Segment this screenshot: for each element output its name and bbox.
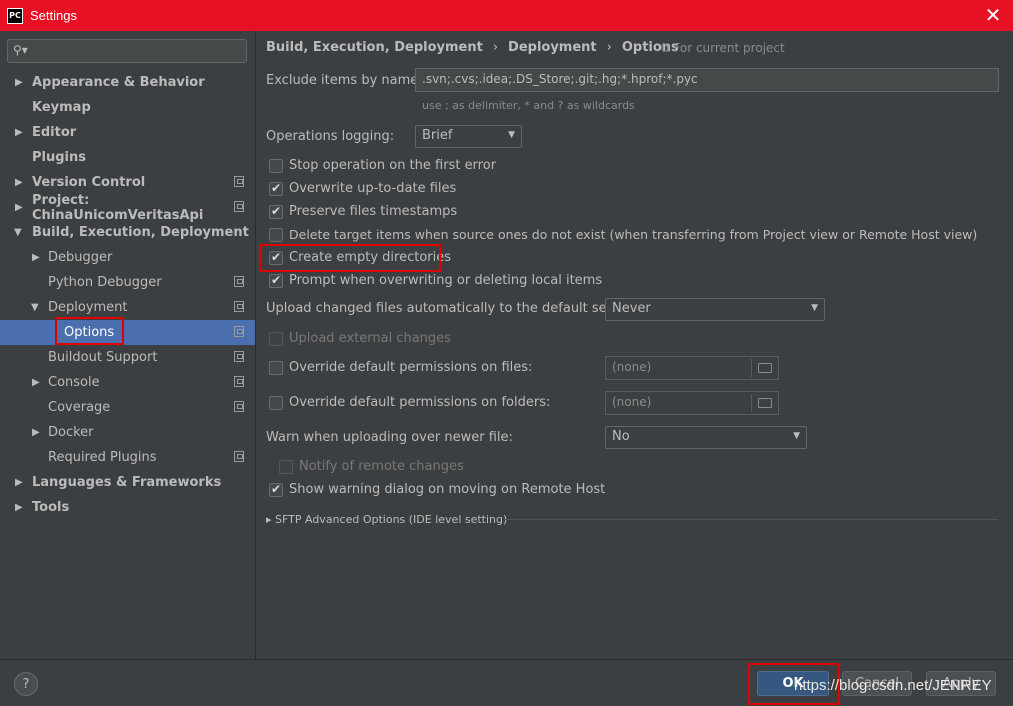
- show-warning-label: Show warning dialog on moving on Remote …: [289, 482, 606, 497]
- project-scope-icon: [234, 451, 244, 462]
- settings-tree: ▶ Appearance & Behavior Keymap ▶ Editor …: [0, 70, 255, 520]
- logging-label: Operations logging:: [266, 129, 395, 144]
- sftp-advanced-toggle[interactable]: ▸ SFTP Advanced Options (IDE level setti…: [266, 513, 507, 526]
- dropdown-arrow-icon: ▼: [508, 130, 515, 140]
- chevron-down-icon[interactable]: ▼: [31, 302, 39, 313]
- upload-external-label: Upload external changes: [289, 331, 451, 346]
- exclude-label: Exclude items by name:: [266, 73, 423, 88]
- upload-select[interactable]: Never ▼: [605, 298, 825, 321]
- search-icon: ⚲▾: [13, 43, 28, 57]
- project-scope-icon: [234, 201, 244, 212]
- preserve-timestamps-label: Preserve files timestamps: [289, 204, 458, 219]
- sidebar-item-project[interactable]: ▶ Project: ChinaUnicomVeritasApi: [0, 193, 255, 223]
- sidebar-item-coverage[interactable]: Coverage: [0, 395, 255, 420]
- scope-note: ⧉ For current project: [661, 41, 785, 55]
- chevron-right-icon[interactable]: ▶: [32, 377, 40, 388]
- dropdown-arrow-icon: ▼: [793, 431, 800, 441]
- project-scope-icon: [234, 176, 244, 187]
- upload-label: Upload changed files automatically to th…: [266, 301, 634, 316]
- preserve-timestamps-checkbox[interactable]: [269, 204, 283, 219]
- folder-icon[interactable]: [758, 398, 772, 408]
- sidebar-item-editor[interactable]: ▶ Editor: [0, 120, 255, 145]
- logging-select[interactable]: Brief ▼: [415, 125, 522, 148]
- settings-sidebar: ⚲▾ ▶ Appearance & Behavior Keymap ▶ Edit…: [0, 31, 256, 659]
- exclude-input[interactable]: .svn;.cvs;.idea;.DS_Store;.git;.hg;*.hpr…: [415, 68, 999, 92]
- watermark-text: https://blog.csdn.net/JENREY: [794, 677, 992, 694]
- breadcrumb: Build, Execution, Deployment › Deploymen…: [266, 40, 679, 55]
- override-folders-field[interactable]: (none): [605, 391, 779, 415]
- sidebar-item-buildout-support[interactable]: Buildout Support: [0, 345, 255, 370]
- delete-target-checkbox[interactable]: [269, 228, 283, 242]
- chevron-right-icon[interactable]: ▶: [15, 502, 23, 513]
- stop-on-error-label: Stop operation on the first error: [289, 158, 497, 173]
- pycharm-logo-icon: PC: [7, 7, 23, 24]
- prompt-checkbox[interactable]: [269, 273, 283, 288]
- exclude-hint: use ; as delimiter, * and ? as wildcards: [422, 99, 635, 112]
- sidebar-item-version-control[interactable]: ▶ Version Control: [0, 170, 255, 195]
- sidebar-item-python-debugger[interactable]: Python Debugger: [0, 270, 255, 295]
- options-panel: Build, Execution, Deployment › Deploymen…: [256, 31, 1013, 659]
- chevron-right-icon[interactable]: ▶: [15, 177, 23, 188]
- project-scope-icon: [234, 276, 244, 287]
- project-scope-icon: [234, 351, 244, 362]
- overwrite-checkbox[interactable]: [269, 181, 283, 196]
- sidebar-item-plugins[interactable]: Plugins: [0, 145, 255, 170]
- project-scope-icon: [234, 376, 244, 387]
- upload-external-checkbox[interactable]: [269, 332, 283, 346]
- sidebar-item-deployment[interactable]: ▼ Deployment: [0, 295, 255, 320]
- dialog-footer: ? OK Cancel Apply https://blog.csdn.net/…: [0, 659, 1013, 706]
- overwrite-label: Overwrite up-to-date files: [289, 181, 457, 196]
- show-warning-checkbox[interactable]: [269, 482, 283, 497]
- sidebar-item-tools[interactable]: ▶ Tools: [0, 495, 255, 520]
- sidebar-item-build-execution-deployment[interactable]: ▼ Build, Execution, Deployment: [0, 220, 255, 245]
- sidebar-item-console[interactable]: ▶ Console: [0, 370, 255, 395]
- sidebar-item-debugger[interactable]: ▶ Debugger: [0, 245, 255, 270]
- sidebar-item-required-plugins[interactable]: Required Plugins: [0, 445, 255, 470]
- search-input[interactable]: ⚲▾: [7, 39, 247, 63]
- separator: [504, 519, 998, 520]
- project-scope-icon: [234, 326, 244, 337]
- sidebar-item-options[interactable]: Options: [0, 320, 255, 345]
- prompt-label: Prompt when overwriting or deleting loca…: [289, 273, 603, 288]
- chevron-right-icon[interactable]: ▶: [15, 77, 23, 88]
- chevron-right-icon[interactable]: ▶: [15, 202, 23, 213]
- sidebar-item-docker[interactable]: ▶ Docker: [0, 420, 255, 445]
- chevron-right-icon[interactable]: ▶: [15, 477, 23, 488]
- notify-remote-label: Notify of remote changes: [299, 459, 464, 474]
- warn-select[interactable]: No ▼: [605, 426, 807, 449]
- override-files-checkbox[interactable]: [269, 361, 283, 375]
- project-scope-icon: [234, 301, 244, 312]
- sidebar-item-languages-frameworks[interactable]: ▶ Languages & Frameworks: [0, 470, 255, 495]
- help-button[interactable]: ?: [14, 672, 38, 696]
- override-files-field[interactable]: (none): [605, 356, 779, 380]
- project-scope-icon: [234, 401, 244, 412]
- chevron-down-icon[interactable]: ▼: [14, 227, 22, 238]
- dropdown-arrow-icon: ▼: [811, 303, 818, 313]
- folder-icon[interactable]: [758, 363, 772, 373]
- window-title: Settings: [30, 8, 77, 23]
- delete-target-label: Delete target items when source ones do …: [289, 227, 978, 242]
- chevron-right-icon[interactable]: ▶: [32, 252, 40, 263]
- highlight-create-empty: [259, 244, 441, 272]
- stop-on-error-checkbox[interactable]: [269, 159, 283, 173]
- title-bar: PC Settings ✕: [0, 0, 1013, 31]
- override-files-label: Override default permissions on files:: [289, 360, 533, 375]
- close-icon[interactable]: ✕: [982, 3, 1004, 27]
- chevron-right-icon[interactable]: ▶: [32, 427, 40, 438]
- sidebar-item-keymap[interactable]: Keymap: [0, 95, 255, 120]
- override-folders-label: Override default permissions on folders:: [289, 395, 551, 410]
- warn-label: Warn when uploading over newer file:: [266, 430, 513, 445]
- sidebar-item-appearance[interactable]: ▶ Appearance & Behavior: [0, 70, 255, 95]
- chevron-right-icon[interactable]: ▶: [15, 127, 23, 138]
- highlight-options: [55, 317, 124, 345]
- override-folders-checkbox[interactable]: [269, 396, 283, 410]
- notify-remote-checkbox[interactable]: [279, 460, 293, 474]
